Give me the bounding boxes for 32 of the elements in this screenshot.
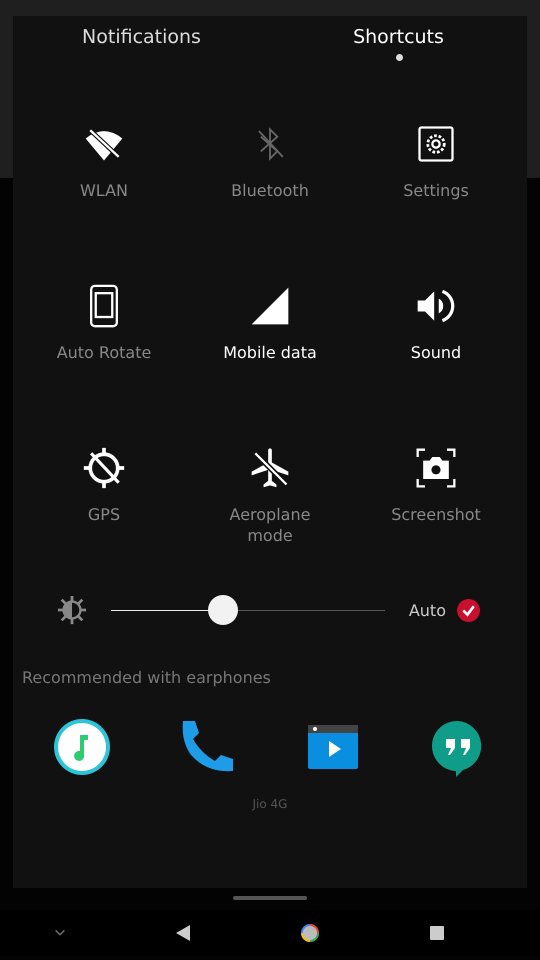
tile-label: Mobile data <box>223 342 317 363</box>
tile-label: Aeroplane mode <box>228 504 312 546</box>
quick-tile[interactable]: Bluetooth <box>187 122 353 284</box>
tile-label: Bluetooth <box>231 180 309 201</box>
quick-tile[interactable]: Auto Rotate <box>21 284 187 446</box>
section-title: Recommended with earphones <box>21 668 272 687</box>
gps-off-icon <box>82 446 126 490</box>
quick-tile[interactable]: Mobile data <box>187 284 353 446</box>
tile-label: Settings <box>403 180 469 201</box>
quick-tile[interactable]: WLAN <box>21 122 187 284</box>
quick-tile[interactable]: Sound <box>353 284 519 446</box>
quick-tile[interactable]: GPS <box>21 446 187 608</box>
tab[interactable]: Shortcuts <box>353 26 444 48</box>
drag-handle[interactable] <box>233 896 307 900</box>
slider-thumb[interactable] <box>208 595 238 625</box>
brightness-icon <box>57 595 87 625</box>
quick-tile[interactable]: Aeroplane mode <box>187 446 353 608</box>
tile-label: Sound <box>410 342 462 363</box>
music-app-icon[interactable] <box>52 717 112 777</box>
tile-label: GPS <box>88 504 120 525</box>
tab[interactable]: Notifications <box>82 26 201 48</box>
selected-dot <box>396 54 402 61</box>
tile-label: WLAN <box>80 180 128 201</box>
camera-icon <box>414 446 458 490</box>
auto-label: Auto <box>408 600 446 620</box>
auto-checkbox[interactable] <box>456 598 481 622</box>
brightness-slider[interactable] <box>111 595 385 625</box>
tile-label: Auto Rotate <box>56 342 152 363</box>
carrier-label: Jio 4G <box>250 797 288 811</box>
quick-tile[interactable]: Settings <box>353 122 519 284</box>
tile-label: Screenshot <box>391 504 481 525</box>
home-icon[interactable] <box>300 923 320 943</box>
